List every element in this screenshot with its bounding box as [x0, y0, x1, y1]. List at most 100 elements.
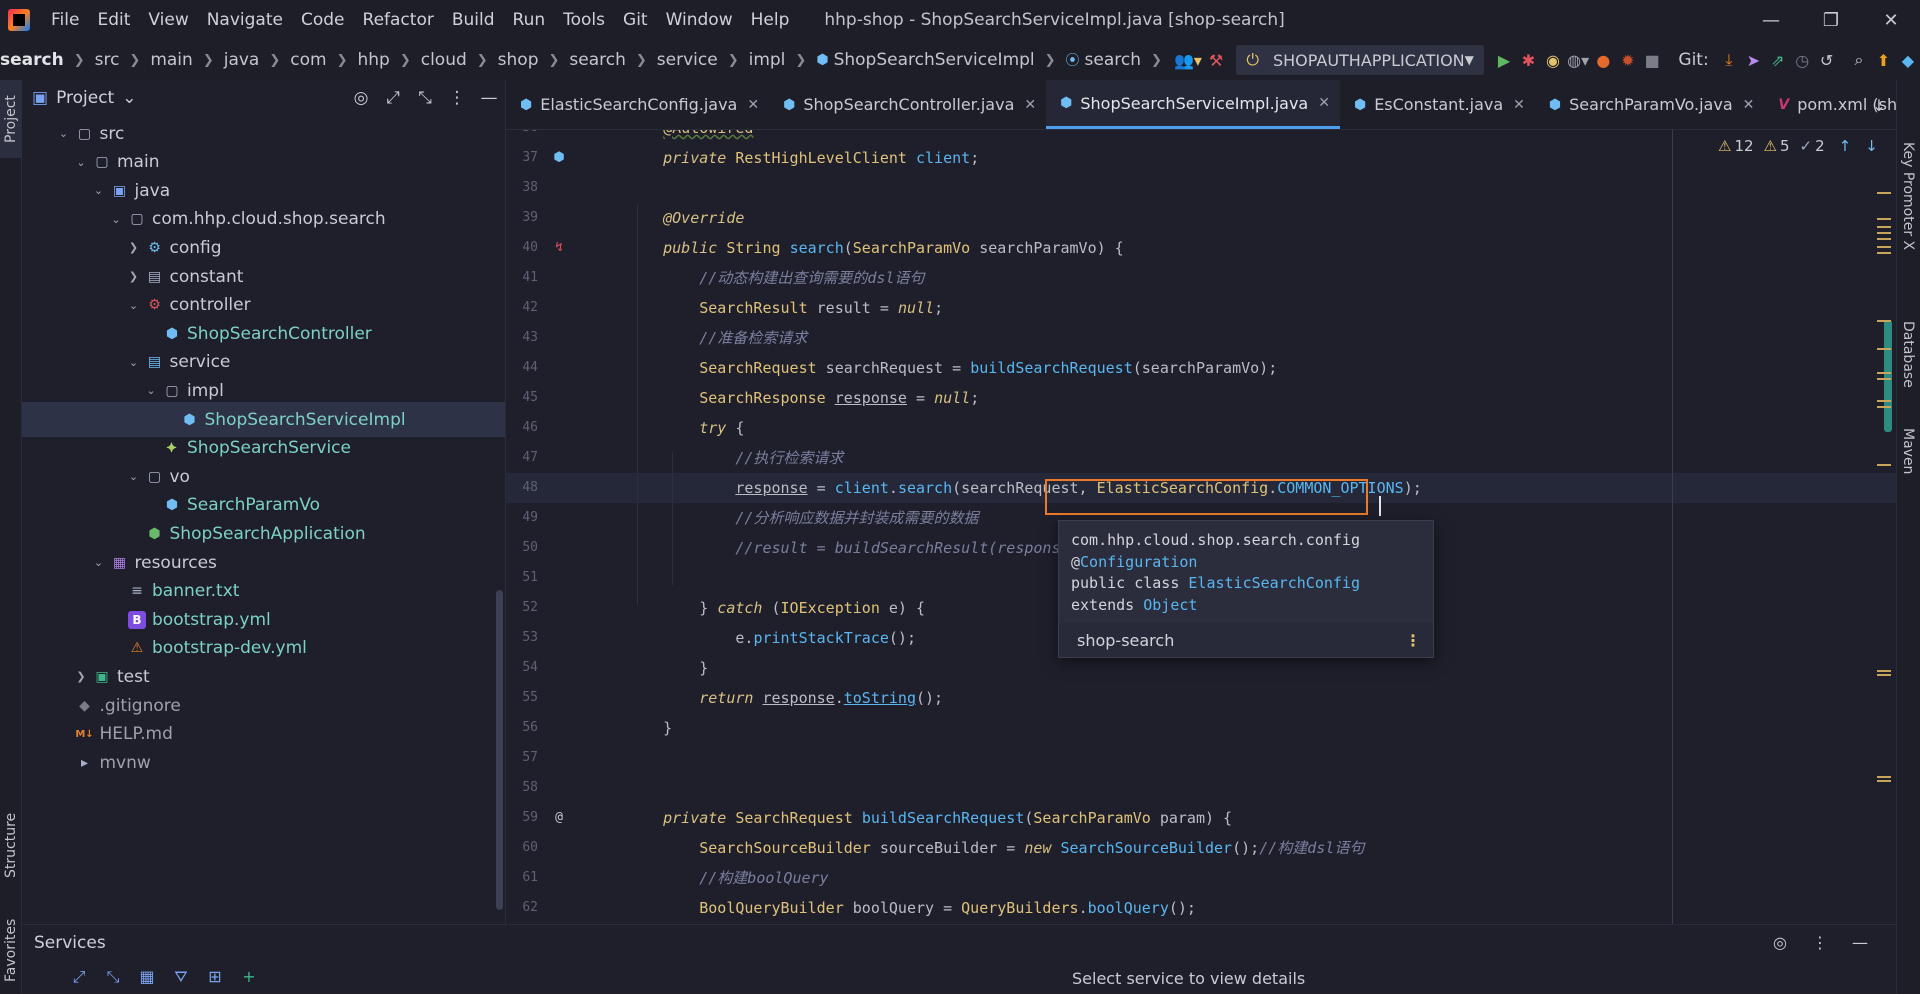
error-stripe-mark[interactable]: [1877, 400, 1891, 402]
error-stripe-mark[interactable]: [1877, 218, 1891, 220]
editor-tab[interactable]: ⬢ EsConstant.java ✕: [1340, 80, 1535, 129]
add-service-icon[interactable]: +: [232, 967, 266, 987]
menu-item-refactor[interactable]: Refactor: [354, 0, 443, 40]
override-method-icon[interactable]: ↯: [550, 239, 568, 257]
error-stripe-mark[interactable]: [1877, 320, 1891, 322]
breadcrumb-item[interactable]: hhp ❯: [357, 50, 420, 70]
git-update-icon[interactable]: ⤓: [1719, 45, 1739, 75]
group-by-icon[interactable]: ▦: [130, 967, 164, 987]
locate-file-icon[interactable]: ◎: [345, 88, 377, 108]
chevron-down-icon[interactable]: ⌄: [91, 556, 107, 569]
jrebel-debug-icon[interactable]: ✹: [1618, 45, 1638, 75]
more-options-icon[interactable]: ⋮: [1405, 631, 1421, 650]
run-icon[interactable]: ▶: [1494, 45, 1514, 75]
search-icon[interactable]: ⌕: [1849, 45, 1869, 75]
chevron-down-icon[interactable]: ⌄: [126, 356, 142, 369]
breadcrumb-item[interactable]: src ❯: [95, 50, 151, 70]
menu-item-tools[interactable]: Tools: [554, 0, 614, 40]
project-scrollbar[interactable]: [496, 590, 503, 910]
expand-all-icon[interactable]: ⤢: [62, 967, 96, 987]
project-view-selector[interactable]: Project: [56, 88, 114, 108]
error-stripe-mark[interactable]: [1877, 192, 1891, 194]
error-stripe-mark[interactable]: [1877, 238, 1891, 240]
filter-icon[interactable]: ⛛: [164, 967, 198, 987]
breadcrumb-item[interactable]: service ❯: [657, 50, 749, 70]
error-stripe-mark[interactable]: [1877, 674, 1891, 676]
error-stripe-mark[interactable]: [1877, 372, 1891, 374]
menu-item-build[interactable]: Build: [443, 0, 504, 40]
intellij-logo-icon[interactable]: [8, 9, 30, 31]
collapse-all-icon[interactable]: ⤡: [96, 967, 130, 987]
annotation-gutter-icon[interactable]: @: [550, 809, 568, 827]
history-icon[interactable]: ◷: [1792, 45, 1812, 75]
update-available-icon[interactable]: ⬆: [1873, 45, 1893, 75]
doc-extends-link[interactable]: Object: [1143, 596, 1197, 614]
maven-tool-button[interactable]: Maven: [1897, 412, 1919, 490]
close-icon[interactable]: ✕: [1862, 0, 1920, 40]
close-icon[interactable]: ✕: [1024, 97, 1036, 113]
chevron-right-icon[interactable]: ❯: [73, 670, 89, 683]
git-push-icon[interactable]: ⇗: [1768, 45, 1788, 75]
breadcrumb-item[interactable]: ⦿ search ❯: [1066, 50, 1172, 70]
breadcrumb-item[interactable]: shop ❯: [498, 50, 570, 70]
spring-bean-icon[interactable]: ⬢: [550, 149, 568, 167]
tree-item-terminal-file[interactable]: ▸ mvnw: [22, 745, 505, 780]
hide-panel-icon[interactable]: —: [473, 88, 505, 108]
breadcrumb-item[interactable]: search ❯: [0, 50, 95, 70]
structure-tool-button[interactable]: Structure: [0, 800, 22, 890]
chevron-down-icon[interactable]: ⌄: [73, 156, 89, 169]
expand-all-icon[interactable]: ⤢: [377, 88, 409, 108]
new-tab-icon[interactable]: ⊞: [198, 967, 232, 987]
chevron-right-icon[interactable]: ❯: [126, 241, 142, 254]
breadcrumb-item[interactable]: ⬢ ShopSearchServiceImpl ❯: [816, 50, 1065, 70]
database-tool-button[interactable]: Database: [1897, 308, 1919, 400]
error-stripe-mark[interactable]: [1877, 378, 1891, 380]
editor-tab[interactable]: ⬢ ElasticSearchConfig.java ✕: [506, 80, 769, 129]
rollback-icon[interactable]: ↺: [1816, 45, 1836, 75]
error-stripe-mark[interactable]: [1877, 232, 1891, 234]
breadcrumb-item[interactable]: java ❯: [224, 50, 291, 70]
close-icon[interactable]: ✕: [1743, 97, 1755, 113]
profile-icon[interactable]: ◍▾: [1567, 45, 1589, 75]
chevron-right-icon[interactable]: ❯: [126, 270, 142, 283]
menu-item-file[interactable]: File: [42, 0, 88, 40]
chevron-down-icon[interactable]: ⌄: [126, 470, 142, 483]
breadcrumb-item[interactable]: com ❯: [290, 50, 357, 70]
error-stripe-mark[interactable]: [1877, 776, 1891, 778]
error-stripe-mark[interactable]: [1877, 670, 1891, 672]
chevron-down-icon[interactable]: ⌄: [126, 299, 142, 312]
more-options-icon[interactable]: ⋮: [1800, 933, 1840, 952]
menu-item-help[interactable]: Help: [742, 0, 799, 40]
git-commit-icon[interactable]: ➤: [1743, 45, 1763, 75]
menu-item-window[interactable]: Window: [657, 0, 742, 40]
run-configuration-selector[interactable]: ⏻ SHOPAUTHAPPLICATION ▼: [1236, 45, 1484, 75]
close-icon[interactable]: ✕: [1318, 95, 1330, 111]
menu-item-run[interactable]: Run: [504, 0, 555, 40]
next-highlight-icon[interactable]: ↓: [1865, 137, 1878, 155]
close-icon[interactable]: ✕: [1513, 97, 1525, 113]
menu-item-view[interactable]: View: [139, 0, 197, 40]
breadcrumb-item[interactable]: main ❯: [150, 50, 223, 70]
chevron-down-icon[interactable]: ↓: [1862, 80, 1896, 130]
error-stripe-mark[interactable]: [1877, 252, 1891, 254]
key-promoter-tool-button[interactable]: Key Promoter X: [1897, 98, 1919, 294]
chevron-down-icon[interactable]: ⌄: [91, 184, 107, 197]
close-icon[interactable]: ✕: [747, 97, 759, 113]
breadcrumb-item[interactable]: search ❯: [569, 50, 656, 70]
chevron-down-icon[interactable]: ⌄: [122, 88, 136, 108]
editor-tab[interactable]: ⬢ ShopSearchServiceImpl.java ✕: [1046, 80, 1340, 129]
inspection-widget[interactable]: ⚠ 12 ⚠ 5 ✓ 2 ↑ ↓: [1718, 137, 1878, 155]
settings-icon[interactable]: ◎: [1760, 933, 1800, 952]
menu-item-git[interactable]: Git: [614, 0, 657, 40]
project-tool-button[interactable]: Project: [0, 80, 22, 158]
error-stripe-mark[interactable]: [1877, 348, 1891, 350]
stop-icon[interactable]: ■: [1642, 45, 1662, 75]
error-stripe-mark[interactable]: [1877, 406, 1891, 408]
chevron-down-icon[interactable]: ⌄: [56, 127, 72, 140]
users-icon[interactable]: 👥▾: [1174, 45, 1202, 75]
collapse-all-icon[interactable]: ⤡: [409, 88, 441, 108]
restore-icon[interactable]: ❐: [1802, 0, 1860, 40]
favorites-tool-button[interactable]: Favorites: [0, 910, 22, 990]
editor-scrollbar[interactable]: [1884, 320, 1892, 432]
debug-icon[interactable]: ✱: [1518, 45, 1538, 75]
